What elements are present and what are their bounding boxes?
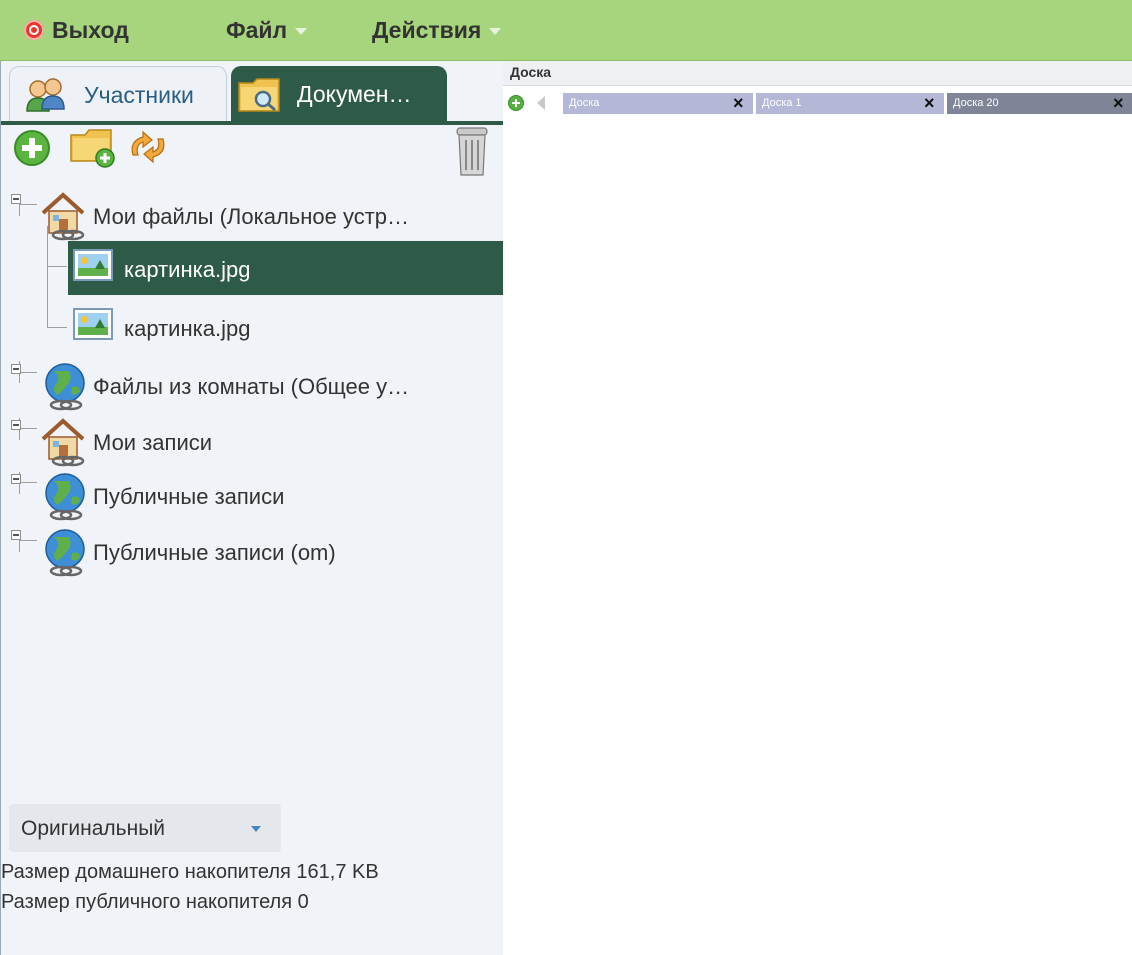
exit-icon — [24, 19, 44, 40]
board-tab-bar: Доска × Доска 1 × Доска 20 × — [503, 87, 1132, 121]
board-tab[interactable]: Доска × — [563, 93, 753, 114]
users-icon — [26, 78, 65, 112]
globe-icon — [45, 473, 85, 521]
tree-node-label: Файлы из комнаты (Общее у… — [93, 374, 410, 399]
tree-node-public-recordings[interactable]: Публичные записи — [1, 471, 503, 523]
board-tab-label: Доска — [569, 97, 600, 109]
image-icon — [73, 249, 113, 281]
chevron-down-icon — [251, 826, 261, 832]
file-menu-label: Файл — [226, 17, 288, 43]
board-header-label: Доска — [510, 64, 552, 80]
image-icon — [73, 308, 113, 340]
tree-node-image-selected[interactable]: картинка.jpg — [68, 241, 503, 295]
tab-documents[interactable]: Докумен… — [231, 66, 447, 122]
actions-menu-label: Действия — [372, 17, 482, 43]
top-menubar: Выход Файл Действия — [0, 0, 1132, 61]
tree-node-label: картинка.jpg — [124, 316, 251, 341]
board-tab[interactable]: Доска 1 × — [756, 93, 944, 114]
chevron-down-icon — [489, 28, 502, 36]
tree-node-my-recordings[interactable]: Мои записи — [1, 417, 503, 469]
trash-icon[interactable] — [455, 125, 489, 177]
board-header: Доска — [503, 61, 1132, 86]
tab-participants[interactable]: Участники — [9, 66, 227, 122]
home-icon — [41, 192, 85, 241]
tree-node-label: Публичные записи — [93, 484, 285, 509]
add-icon[interactable] — [13, 129, 51, 167]
tab-participants-label: Участники — [84, 82, 194, 108]
tree-node-image[interactable]: картинка.jpg — [68, 301, 503, 353]
board-tab-active[interactable]: Доска 20 × — [947, 93, 1132, 114]
exit-menu[interactable]: Выход — [24, 0, 129, 60]
home-storage-size: Размер домашнего накопителя 161,7 KB — [1, 861, 379, 883]
view-mode-select[interactable]: Оригинальный — [9, 804, 281, 852]
scroll-left-icon[interactable] — [537, 96, 545, 110]
collapse-toggle-icon[interactable] — [11, 420, 21, 430]
tree-node-label: Мои файлы (Локальное устр… — [93, 204, 410, 229]
tree-connector — [47, 327, 67, 328]
tab-underline — [1, 121, 503, 125]
board-tab-label: Доска 1 — [762, 97, 802, 109]
home-icon — [41, 418, 85, 467]
tree-node-label: Мои записи — [93, 430, 213, 455]
folder-search-icon — [238, 78, 280, 112]
new-folder-icon[interactable] — [69, 127, 119, 171]
board-tab-label: Доска 20 — [953, 97, 999, 109]
refresh-icon[interactable] — [125, 127, 171, 167]
globe-icon — [45, 529, 85, 577]
close-icon[interactable]: × — [733, 93, 744, 114]
collapse-toggle-icon[interactable] — [11, 364, 21, 374]
tab-documents-label: Докумен… — [297, 81, 412, 107]
chevron-down-icon — [295, 28, 308, 36]
file-menu[interactable]: Файл — [226, 0, 308, 60]
actions-menu[interactable]: Действия — [372, 0, 502, 60]
whiteboard-area: Доска Доска × Доска 1 × Доска 20 × — [503, 61, 1132, 955]
tree-node-public-recordings-om[interactable]: Публичные записи (om) — [1, 527, 503, 579]
left-panel: Участники Докумен… Мои файлы (Локальное … — [0, 61, 503, 955]
collapse-toggle-icon[interactable] — [11, 474, 21, 484]
tree-node-room-files[interactable]: Файлы из комнаты (Общее у… — [1, 361, 503, 413]
add-board-icon[interactable] — [508, 95, 524, 111]
view-mode-value: Оригинальный — [21, 817, 166, 840]
tree-node-label: Публичные записи (om) — [93, 540, 336, 565]
tree-connector — [47, 266, 67, 267]
tree-node-label: картинка.jpg — [124, 257, 251, 282]
close-icon[interactable]: × — [924, 93, 935, 114]
public-storage-size: Размер публичного накопителя 0 — [1, 891, 309, 913]
globe-icon — [45, 363, 85, 411]
collapse-toggle-icon[interactable] — [11, 530, 21, 540]
close-icon[interactable]: × — [1113, 93, 1124, 114]
tree-node-my-files[interactable]: Мои файлы (Локальное устр… — [1, 191, 503, 243]
exit-label: Выход — [52, 17, 129, 43]
collapse-toggle-icon[interactable] — [11, 194, 21, 204]
